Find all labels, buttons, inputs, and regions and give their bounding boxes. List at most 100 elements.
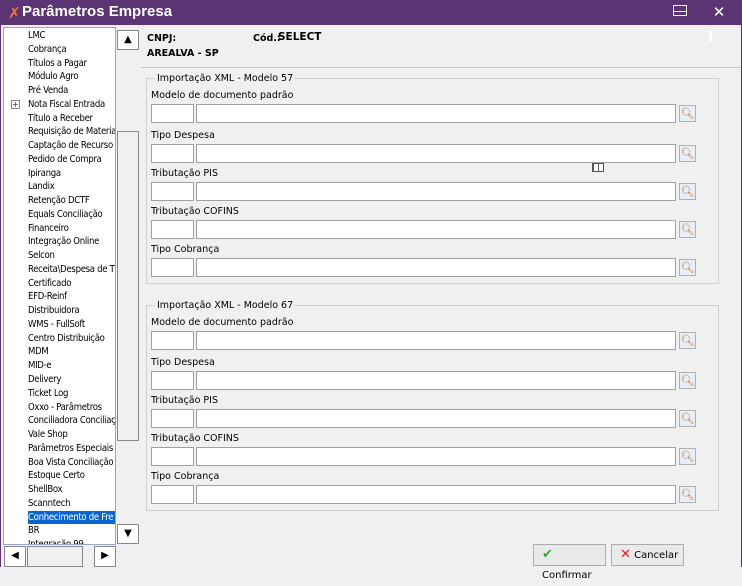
tree-horizontal-scrollbar[interactable]: ◀ ▶ <box>3 545 116 567</box>
magnifier-icon: 🔍︎ <box>680 412 695 425</box>
search-button[interactable]: 🔍︎ <box>679 259 696 276</box>
scroll-thumb[interactable] <box>117 131 139 441</box>
tree-item[interactable]: Requisição de Materia <box>28 125 115 138</box>
search-button[interactable]: 🔍︎ <box>679 221 696 238</box>
group-title: Importação XML - Modelo 57 <box>155 73 296 84</box>
description-input[interactable] <box>196 182 676 201</box>
field-label: Modelo de documento padrão <box>151 90 294 101</box>
tree-item[interactable]: Boa Vista Conciliação <box>28 456 114 469</box>
tree-item[interactable]: Pedido de Compra <box>28 153 102 166</box>
code-input[interactable] <box>151 144 194 163</box>
header-separator <box>141 67 741 68</box>
description-input[interactable] <box>196 104 676 123</box>
description-input[interactable] <box>196 258 676 277</box>
tree-item[interactable]: Captação de Recurso <box>28 139 113 152</box>
tree-item[interactable]: Títulos a Pagar <box>28 57 87 70</box>
tree-item[interactable]: Centro Distribuição <box>28 332 105 345</box>
tree-item[interactable]: EFD-Reinf <box>28 290 67 303</box>
search-button[interactable]: 🔍︎ <box>679 486 696 503</box>
description-input[interactable] <box>196 371 676 390</box>
tree-item[interactable]: Pré Venda <box>28 84 68 97</box>
tree-item[interactable]: Certificado <box>28 277 71 290</box>
tree-item[interactable]: Conhecimento de Fre <box>28 510 115 524</box>
tree-item[interactable]: Receita\Despesa de T <box>28 263 115 276</box>
search-button[interactable]: 🔍︎ <box>679 145 696 162</box>
description-input[interactable] <box>196 144 676 163</box>
cancel-label: Cancelar <box>634 550 679 561</box>
expand-icon[interactable]: + <box>11 99 20 109</box>
tree-item[interactable]: Oxxo - Parâmetros <box>28 401 102 414</box>
description-input[interactable] <box>196 485 676 504</box>
tree-item[interactable]: Ipiranga <box>28 167 61 180</box>
tree-item[interactable]: Ticket Log <box>28 387 68 400</box>
code-input[interactable] <box>151 182 194 201</box>
scroll-left-button[interactable]: ◀ <box>4 546 26 567</box>
horizontal-scroll-thumb[interactable] <box>27 546 83 567</box>
tree-item[interactable]: Equals Conciliação <box>28 208 103 221</box>
scroll-right-button[interactable]: ▶ <box>94 546 116 567</box>
confirm-button[interactable]: ✔ Confirmar <box>533 544 606 581</box>
tree-item[interactable]: ShellBox <box>28 483 63 496</box>
search-button[interactable]: 🔍︎ <box>679 448 696 465</box>
code-input[interactable] <box>151 331 194 350</box>
description-input[interactable] <box>196 447 676 466</box>
magnifier-icon: 🔍︎ <box>680 223 695 236</box>
search-button[interactable]: 🔍︎ <box>679 372 696 389</box>
grid-icon <box>592 163 604 172</box>
search-button[interactable]: 🔍︎ <box>679 332 696 349</box>
maximize-icon[interactable] <box>673 5 687 16</box>
title-bar: ✗ Parâmetros Empresa — ✕ <box>0 0 742 25</box>
tree-item[interactable]: Estoque Certo <box>28 469 85 482</box>
field-label: Tributação COFINS <box>151 433 239 444</box>
tree-item[interactable]: MID-e <box>28 359 52 372</box>
field-label: Tipo Cobrança <box>151 244 220 255</box>
close-button[interactable]: ✕ <box>704 3 734 21</box>
code-input[interactable] <box>151 409 194 428</box>
search-button[interactable]: 🔍︎ <box>679 105 696 122</box>
code-input[interactable] <box>151 447 194 466</box>
tree-item[interactable]: Selcon <box>28 249 55 262</box>
tree-item[interactable]: Conciliadora Conciliaç <box>28 414 115 427</box>
scroll-down-button[interactable]: ▼ <box>117 524 139 544</box>
tree-item[interactable]: WMS - FullSoft <box>28 318 85 331</box>
field-label: Tributação PIS <box>151 168 218 179</box>
code-input[interactable] <box>151 104 194 123</box>
group-title: Importação XML - Modelo 67 <box>155 300 296 311</box>
tree-item[interactable]: Título a Receber <box>28 112 93 125</box>
scroll-up-button[interactable]: ▲ <box>117 30 139 50</box>
tree-item[interactable]: Integração 99 <box>28 538 84 544</box>
tree-item[interactable]: Landix <box>28 180 55 193</box>
menu-tree[interactable]: LMC Cobrança Títulos a Pagar Módulo Agro Pré… <box>3 27 116 545</box>
tree-item[interactable]: BR <box>28 524 40 537</box>
tree-item[interactable]: LMC <box>28 29 46 42</box>
tree-item[interactable]: Parâmetros Especiais <box>28 442 113 455</box>
tree-item[interactable]: Integração Online <box>28 235 99 248</box>
description-input[interactable] <box>196 220 676 239</box>
tree-item[interactable]: Vale Shop <box>28 428 68 441</box>
tree-item[interactable]: Cobrança <box>28 43 67 56</box>
description-input[interactable] <box>196 409 676 428</box>
code-input[interactable] <box>151 485 194 504</box>
cancel-button[interactable]: ✕ Cancelar <box>611 544 684 566</box>
close-icon: ✕ <box>712 3 726 21</box>
tree-item[interactable]: Nota Fiscal Entrada <box>28 98 105 111</box>
tree-item[interactable]: Scanntech <box>28 497 71 510</box>
search-button[interactable]: 🔍︎ <box>679 410 696 427</box>
magnifier-icon: 🔍︎ <box>680 147 695 160</box>
tree-item[interactable]: MDM <box>28 345 49 358</box>
description-input[interactable] <box>196 331 676 350</box>
field-label: Tipo Cobrança <box>151 471 220 482</box>
tree-item[interactable]: Delivery <box>28 373 61 386</box>
tree-item[interactable]: Retenção DCTF <box>28 194 90 207</box>
search-button[interactable]: 🔍︎ <box>679 183 696 200</box>
tree-item[interactable]: Módulo Agro <box>28 70 79 83</box>
tree-item[interactable]: Distribuidora <box>28 304 80 317</box>
code-input[interactable] <box>151 258 194 277</box>
code-input[interactable] <box>151 220 194 239</box>
cnpj-label: CNPJ: <box>147 33 177 44</box>
tree-item[interactable]: Financeiro <box>28 222 69 235</box>
check-icon: ✔ <box>542 547 553 562</box>
code-input[interactable] <box>151 371 194 390</box>
field-label: Tipo Despesa <box>151 357 215 368</box>
tree-vertical-scrollbar[interactable]: ▲ ▼ <box>116 27 140 545</box>
